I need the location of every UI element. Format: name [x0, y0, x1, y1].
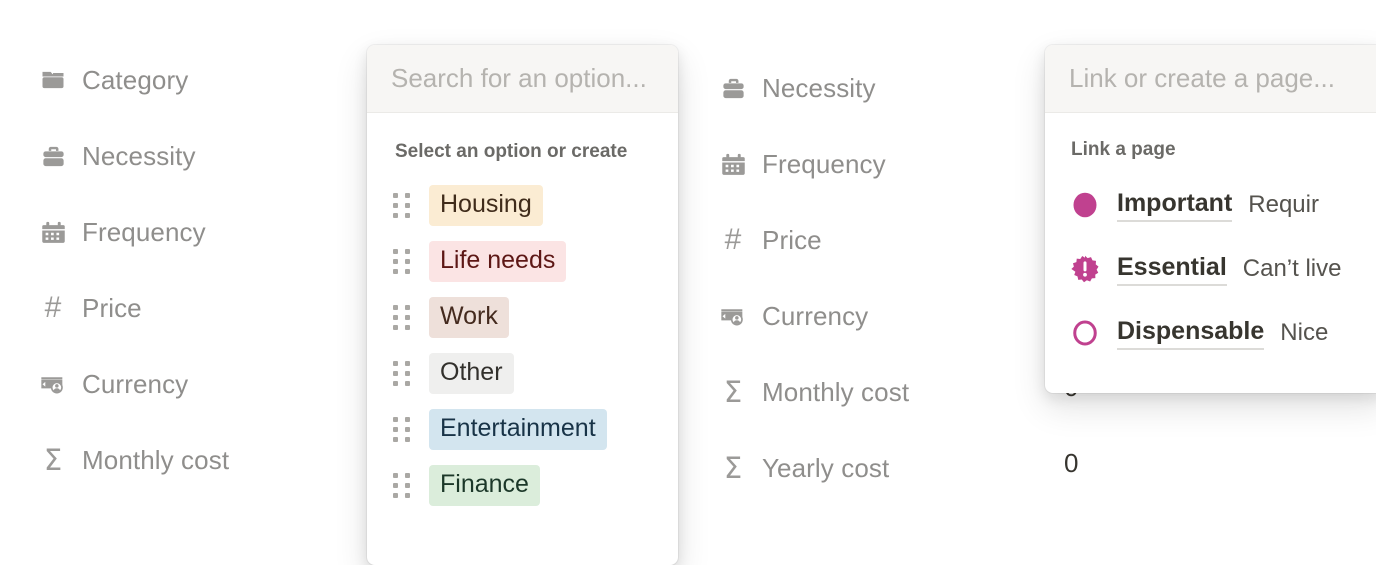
banknote-coin-icon	[38, 369, 68, 399]
calendar-icon	[718, 149, 748, 179]
option-tag[interactable]: Life needs	[429, 240, 567, 282]
option-tag[interactable]: Finance	[429, 464, 540, 506]
number-hash-icon: #	[44, 291, 62, 324]
option-item-entertainment[interactable]: Entertainment	[367, 401, 678, 457]
option-item-finance[interactable]: Finance	[367, 457, 678, 513]
calendar-icon	[38, 217, 68, 247]
outline-circle-icon	[1069, 317, 1101, 349]
drag-handle-icon[interactable]	[391, 360, 411, 386]
option-item-work[interactable]: Work	[367, 289, 678, 345]
middle-property-list: Necessity Frequency # Price Currency Σ M…	[718, 50, 909, 506]
drag-handle-icon[interactable]	[391, 472, 411, 498]
option-search-placeholder: Search for an option...	[391, 63, 647, 93]
property-row-currency[interactable]: Currency	[718, 278, 909, 354]
folder-icon	[38, 65, 68, 95]
filled-circle-icon	[1069, 189, 1101, 221]
property-row-necessity[interactable]: Necessity	[718, 50, 909, 126]
property-row-necessity[interactable]: Necessity	[38, 118, 229, 194]
link-page-search-field[interactable]: Link or create a page...	[1045, 45, 1376, 113]
drag-handle-icon[interactable]	[391, 192, 411, 218]
link-page-title: Dispensable	[1117, 317, 1265, 350]
option-search-field[interactable]: Search for an option...	[367, 45, 678, 113]
badge-exclamation-icon	[1069, 253, 1101, 285]
link-page-description: Nice	[1280, 319, 1329, 346]
property-row-category[interactable]: Category	[38, 42, 229, 118]
property-label: Necessity	[82, 140, 196, 171]
link-page-item-dispensable[interactable]: Dispensable Nice	[1045, 301, 1376, 365]
property-row-frequency[interactable]: Frequency	[38, 194, 229, 270]
link-page-section-title: Link a page	[1071, 139, 1176, 160]
option-tag[interactable]: Housing	[429, 184, 543, 226]
link-page-title: Essential	[1117, 253, 1227, 286]
link-page-search-placeholder: Link or create a page...	[1069, 63, 1335, 93]
link-page-item-essential[interactable]: Essential Can’t live	[1045, 237, 1376, 301]
drag-handle-icon[interactable]	[391, 416, 411, 442]
property-label: Category	[82, 64, 189, 95]
sigma-formula-icon: Σ	[723, 375, 743, 409]
option-tag[interactable]: Work	[429, 296, 509, 338]
option-item-other[interactable]: Other	[367, 345, 678, 401]
property-row-monthly-cost[interactable]: Σ Monthly cost	[718, 354, 909, 430]
property-label: Price	[82, 292, 142, 323]
property-label: Monthly cost	[82, 444, 230, 475]
link-page-item-important[interactable]: Important Requir	[1045, 173, 1376, 237]
briefcase-icon	[718, 73, 748, 103]
select-option-section-title: Select an option or create	[395, 141, 628, 162]
option-item-life-needs[interactable]: Life needs	[367, 233, 678, 289]
yearly-cost-value[interactable]: 0	[1064, 448, 1078, 479]
sigma-formula-icon: Σ	[723, 451, 743, 485]
linked-page-list: Important Requir Essential Can’t live Di…	[1045, 173, 1376, 365]
property-row-price[interactable]: # Price	[718, 202, 909, 278]
property-label: Monthly cost	[762, 376, 910, 407]
property-label: Necessity	[762, 72, 876, 103]
option-tag[interactable]: Other	[429, 352, 514, 394]
number-hash-icon: #	[724, 223, 742, 256]
sigma-formula-icon: Σ	[43, 443, 63, 477]
property-row-frequency[interactable]: Frequency	[718, 126, 909, 202]
option-item-housing[interactable]: Housing	[367, 177, 678, 233]
link-page-title: Important	[1117, 189, 1233, 222]
property-label: Price	[762, 224, 822, 255]
property-label: Frequency	[762, 148, 886, 179]
select-option-popup: Search for an option... Select an option…	[367, 45, 678, 565]
drag-handle-icon[interactable]	[391, 248, 411, 274]
property-label: Frequency	[82, 216, 206, 247]
property-label: Yearly cost	[762, 452, 890, 483]
drag-handle-icon[interactable]	[391, 304, 411, 330]
property-label: Currency	[762, 300, 869, 331]
option-list: Housing Life needs Work Other Entertainm	[367, 177, 678, 513]
property-row-currency[interactable]: Currency	[38, 346, 229, 422]
option-tag[interactable]: Entertainment	[429, 408, 607, 450]
link-page-description: Requir	[1248, 191, 1319, 218]
banknote-coin-icon	[718, 301, 748, 331]
left-property-list: Category Necessity Frequency # Price Cur…	[38, 42, 229, 498]
property-label: Currency	[82, 368, 189, 399]
property-row-monthly-cost[interactable]: Σ Monthly cost	[38, 422, 229, 498]
property-row-price[interactable]: # Price	[38, 270, 229, 346]
property-row-yearly-cost[interactable]: Σ Yearly cost	[718, 430, 909, 506]
briefcase-icon	[38, 141, 68, 171]
link-page-description: Can’t live	[1242, 255, 1342, 282]
link-page-popup: Link or create a page... Link a page Imp…	[1045, 45, 1376, 393]
